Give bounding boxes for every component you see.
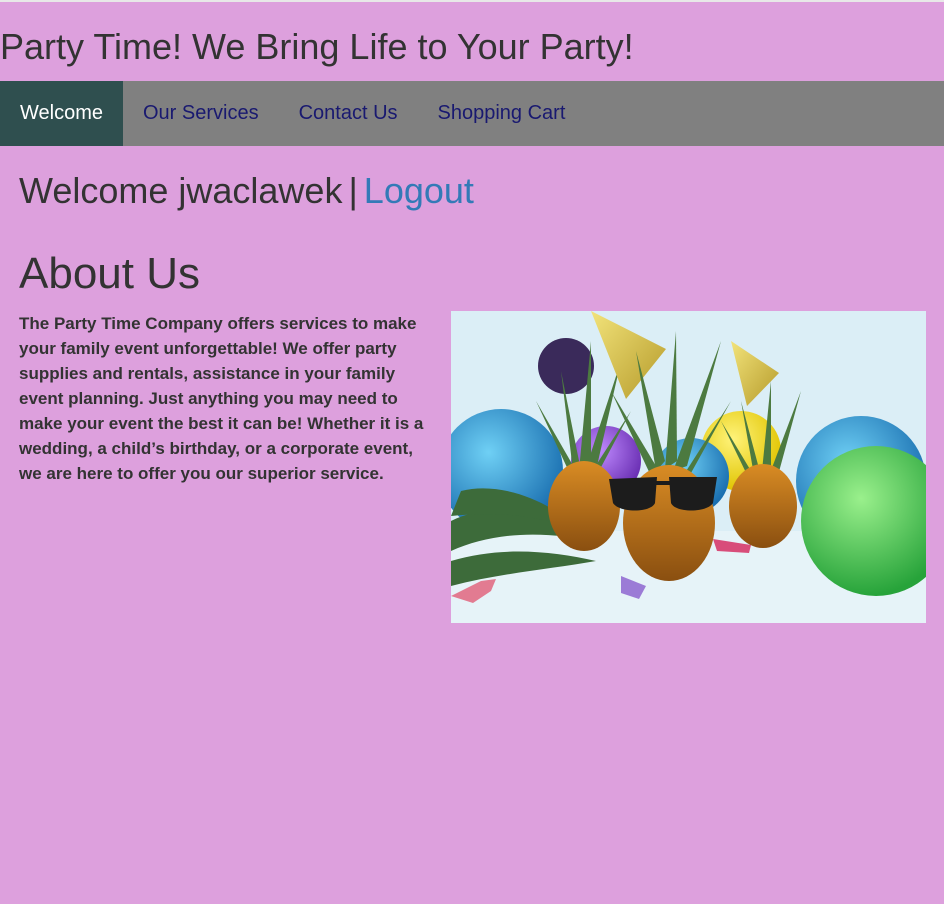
welcome-greeting: Welcome jwaclawek <box>19 170 343 211</box>
party-pineapples-image <box>451 311 926 623</box>
about-description: The Party Time Company offers services t… <box>19 314 424 483</box>
nav-item-contact-us[interactable]: Contact Us <box>279 81 418 146</box>
site-title: Party Time! We Bring Life to Your Party! <box>0 26 634 67</box>
main-navbar: Welcome Our Services Contact Us Shopping… <box>0 81 944 146</box>
top-border <box>0 0 944 2</box>
nav-item-welcome[interactable]: Welcome <box>0 81 123 146</box>
nav-item-our-services[interactable]: Our Services <box>123 81 279 146</box>
logout-link[interactable]: Logout <box>364 170 474 211</box>
user-welcome: Welcome jwaclawek | Logout <box>19 170 474 212</box>
about-heading: About Us <box>19 249 200 298</box>
nav-item-shopping-cart[interactable]: Shopping Cart <box>418 81 586 146</box>
welcome-separator: | <box>348 170 358 211</box>
